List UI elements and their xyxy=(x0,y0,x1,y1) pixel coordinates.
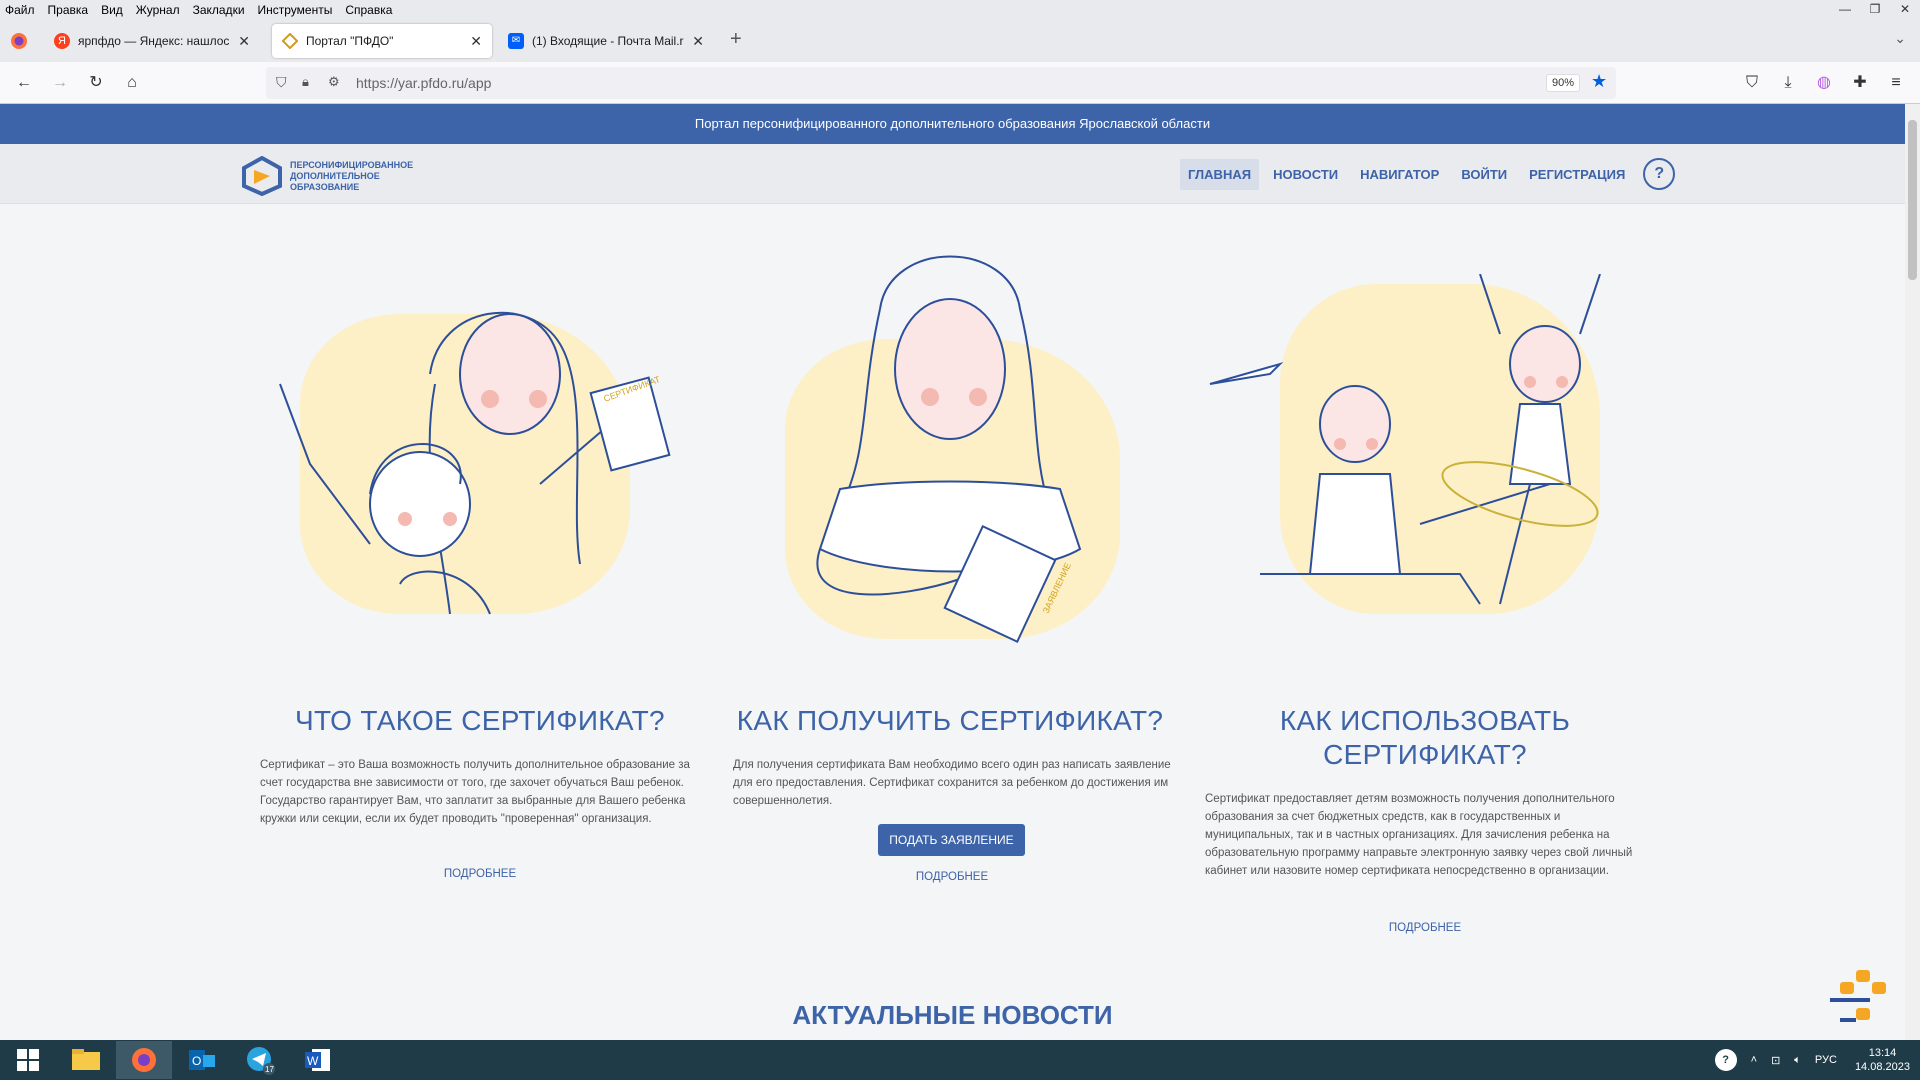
new-tab-icon[interactable]: + xyxy=(730,28,742,51)
close-tab-icon[interactable]: ✕ xyxy=(470,33,482,50)
system-tray: ? ˄ ⊡ 🔈︎ РУС 13:14 14.08.2023 xyxy=(1714,1040,1910,1080)
bookmark-star-icon[interactable]: ★ xyxy=(1591,71,1607,92)
tab-yandex[interactable]: Я ярпфдо — Яндекс: нашлось 2 ✕ xyxy=(44,24,260,58)
window-controls: — ❐ ✕ xyxy=(1830,0,1920,20)
permissions-icon[interactable]: ⚙ xyxy=(328,74,340,90)
firefox-taskbar-icon[interactable] xyxy=(116,1041,172,1079)
nav-register[interactable]: РЕГИСТРАЦИЯ xyxy=(1521,159,1633,190)
tab-title: Портал "ПФДО" xyxy=(306,34,394,48)
nav-navigator[interactable]: НАВИГАТОР xyxy=(1352,159,1447,190)
telegram-badge: 17 xyxy=(265,1065,274,1074)
close-window-icon[interactable]: ✕ xyxy=(1890,0,1920,20)
column-description: Сертификат предоставляет детям возможнос… xyxy=(1205,793,1633,877)
zoom-level[interactable]: 90% xyxy=(1546,74,1581,92)
web-page: Портал персонифицированного дополнительн… xyxy=(0,104,1905,1040)
url-bar[interactable]: ⛉ 🔒︎ ⚙ https://yar.pfdo.ru/app 90% ★ xyxy=(266,67,1616,99)
menu-tools[interactable]: Инструменты xyxy=(258,3,333,17)
apply-button[interactable]: ПОДАТЬ ЗАЯВЛЕНИЕ xyxy=(878,824,1025,856)
close-tab-icon[interactable]: ✕ xyxy=(238,33,250,50)
tab-title: ярпфдо — Яндекс: нашлось 2 xyxy=(78,34,231,48)
home-icon[interactable]: ⌂ xyxy=(120,71,144,95)
clock[interactable]: 13:14 14.08.2023 xyxy=(1855,1046,1910,1074)
help-button[interactable]: ? xyxy=(1643,158,1676,190)
shield-icon[interactable]: ⛉ xyxy=(276,74,287,91)
extensions-icon[interactable]: ✚ xyxy=(1848,71,1872,95)
nav-login[interactable]: ВОЙТИ xyxy=(1453,159,1515,190)
back-icon[interactable]: ← xyxy=(12,71,36,95)
svg-text:O: O xyxy=(192,1054,201,1068)
downloads-icon[interactable]: ⤓ xyxy=(1776,71,1800,95)
list-tabs-icon[interactable]: ⌄ xyxy=(1894,30,1906,47)
portal-banner: Портал персонифицированного дополнительн… xyxy=(0,104,1905,144)
page-scrollbar[interactable] xyxy=(1905,104,1920,1040)
mother-child-certificate-illustration: СЕРТИФИКАТ xyxy=(279,311,671,615)
nav-home[interactable]: ГЛАВНАЯ xyxy=(1180,158,1260,190)
site-logo[interactable]: ПЕРСОНИФИЦИРОВАННОЕ ДОПОЛНИТЕЛЬНОЕ ОБРАЗ… xyxy=(240,156,430,196)
tab-mail[interactable]: ✉ (1) Входящие - Почта Mail.ru ✕ xyxy=(498,24,714,58)
menu-file[interactable]: Файл xyxy=(5,3,35,17)
menu-history[interactable]: Журнал xyxy=(136,3,180,17)
show-hidden-icons-icon[interactable]: ˄ xyxy=(1751,1054,1757,1066)
close-tab-icon[interactable]: ✕ xyxy=(692,33,704,50)
clock-date: 14.08.2023 xyxy=(1854,1061,1910,1073)
lock-icon[interactable]: 🔒︎ xyxy=(302,74,309,90)
reload-icon[interactable]: ↻ xyxy=(84,71,108,95)
minimize-icon[interactable]: — xyxy=(1830,0,1860,20)
tab-pfdo[interactable]: Портал "ПФДО" ✕ xyxy=(272,24,492,58)
more-link[interactable]: ПОДРОБНЕЕ xyxy=(852,871,1052,883)
forward-icon[interactable]: → xyxy=(48,71,72,95)
more-link[interactable]: ПОДРОБНЕЕ xyxy=(380,868,580,880)
more-link[interactable]: ПОДРОБНЕЕ xyxy=(1325,922,1525,934)
column-heading: ЧТО ТАКОЕ СЕРТИФИКАТ? xyxy=(295,705,665,736)
windows-start-icon[interactable] xyxy=(0,1041,56,1079)
url-text[interactable]: https://yar.pfdo.ru/app xyxy=(356,75,491,91)
menu-bar: Файл Правка Вид Журнал Закладки Инструме… xyxy=(0,0,1920,20)
woman-application-illustration: ЗАЯВЛЕНИЕ xyxy=(816,255,1082,644)
column-description: Для получения сертификата Вам необходимо… xyxy=(733,759,1171,807)
word-icon[interactable]: W xyxy=(290,1041,346,1079)
children-activities-illustration xyxy=(1209,274,1601,605)
news-section-title: АКТУАЛЬНЫЕ НОВОСТИ xyxy=(792,1000,1113,1030)
telegram-icon[interactable]: 17 xyxy=(232,1041,288,1079)
logo-icon xyxy=(242,156,282,196)
navigation-bar: ← → ↻ ⌂ ⛉ 🔒︎ ⚙ https://yar.pfdo.ru/app 9… xyxy=(0,62,1920,104)
help-tray-icon[interactable]: ? xyxy=(1714,1049,1737,1071)
pfdo-favicon-icon xyxy=(281,32,299,50)
hamburger-menu-icon[interactable]: ≡ xyxy=(1884,71,1908,95)
outlook-icon[interactable]: O xyxy=(174,1041,230,1079)
account-icon[interactable]: ◍ xyxy=(1812,71,1836,95)
pocket-icon[interactable]: ⛉ xyxy=(1740,71,1764,95)
firefox-menu-icon[interactable] xyxy=(10,32,28,50)
yandex-icon: Я xyxy=(54,33,70,49)
mail-icon: ✉ xyxy=(508,33,524,49)
svg-text:W: W xyxy=(307,1054,319,1068)
logo-text: ПЕРСОНИФИЦИРОВАННОЕ ДОПОЛНИТЕЛЬНОЕ ОБРАЗ… xyxy=(290,159,414,192)
nav-news[interactable]: НОВОСТИ xyxy=(1265,159,1346,190)
site-header: ПЕРСОНИФИЦИРОВАННОЕ ДОПОЛНИТЕЛЬНОЕ ОБРАЗ… xyxy=(0,144,1905,204)
column-description: Сертификат – это Ваша возможность получи… xyxy=(260,759,690,825)
chat-widget-icon[interactable] xyxy=(1826,968,1896,1034)
menu-edit[interactable]: Правка xyxy=(48,3,89,17)
scrollbar-thumb[interactable] xyxy=(1908,120,1917,280)
column-heading: КАК ПОЛУЧИТЬ СЕРТИФИКАТ? xyxy=(736,705,1164,736)
file-explorer-icon[interactable] xyxy=(58,1041,114,1079)
network-icon[interactable]: ⊡ xyxy=(1771,1054,1780,1067)
menu-help[interactable]: Справка xyxy=(345,3,392,17)
menu-view[interactable]: Вид xyxy=(101,3,123,17)
menu-bookmarks[interactable]: Закладки xyxy=(193,3,245,17)
column-heading: КАК ИСПОЛЬЗОВАТЬ СЕРТИФИКАТ? xyxy=(1279,705,1571,770)
language-indicator[interactable]: РУС xyxy=(1815,1054,1837,1066)
tab-title: (1) Входящие - Почта Mail.ru xyxy=(532,34,685,48)
volume-icon[interactable]: 🔈︎ xyxy=(1794,1054,1801,1067)
site-nav: ГЛАВНАЯ НОВОСТИ НАВИГАТОР ВОЙТИ РЕГИСТРА… xyxy=(1180,158,1676,190)
tab-bar: Я ярпфдо — Яндекс: нашлось 2 ✕ Портал "П… xyxy=(0,20,1920,62)
windows-taskbar: O 17 W ? ˄ ⊡ 🔈︎ РУС 13:14 14.08.2023 xyxy=(0,1040,1920,1080)
clock-time: 13:14 xyxy=(1868,1047,1897,1059)
restore-icon[interactable]: ❐ xyxy=(1860,0,1890,20)
